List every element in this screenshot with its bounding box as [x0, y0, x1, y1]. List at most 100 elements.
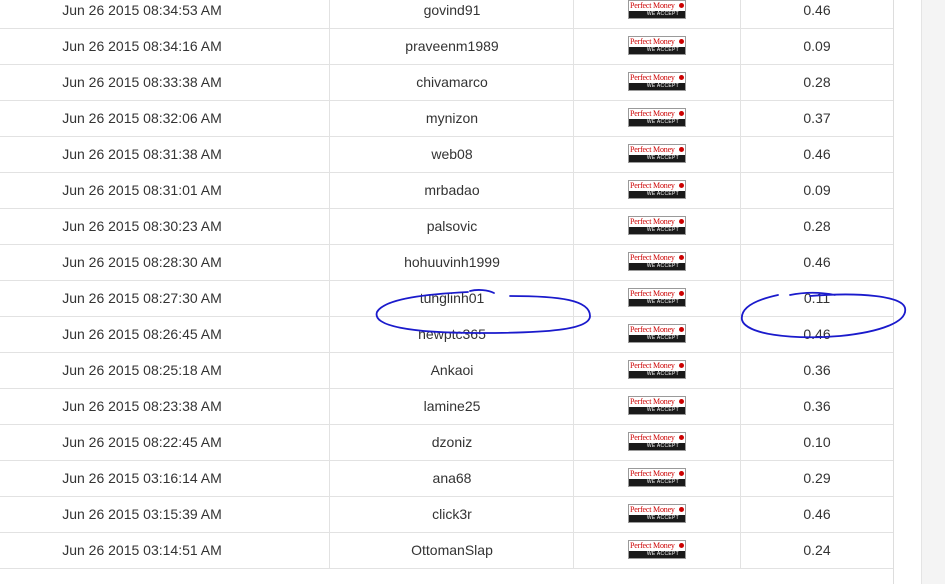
payment-method-cell: Perfect Money WE ACCEPT [573, 208, 741, 244]
perfect-money-logo-icon: Perfect Money WE ACCEPT [628, 468, 686, 487]
logo-tag-text: WE ACCEPT [629, 83, 685, 90]
date-cell: Jun 26 2015 08:32:06 AM [62, 110, 222, 126]
date-cell: Jun 26 2015 08:28:30 AM [62, 254, 222, 270]
perfect-money-logo-icon: Perfect Money WE ACCEPT [628, 180, 686, 199]
username-cell: palsovic [329, 208, 574, 244]
amount-cell: 0.28 [740, 64, 893, 100]
spacer-cell [284, 172, 329, 208]
perfect-money-logo-icon: Perfect Money WE ACCEPT [628, 360, 686, 379]
username-cell: chivamarco [329, 64, 574, 100]
username-cell: ana68 [329, 460, 574, 496]
payment-method-cell: Perfect Money WE ACCEPT [573, 244, 741, 280]
spacer-cell [284, 388, 329, 424]
logo-tag-text: WE ACCEPT [629, 227, 685, 234]
spacer-cell [284, 352, 329, 388]
amount-cell: 0.46 [740, 0, 893, 28]
logo-dot-icon [679, 255, 684, 260]
username-cell: web08 [329, 136, 574, 172]
logo-dot-icon [679, 3, 684, 8]
spacer-cell [284, 0, 329, 28]
spacer-cell [284, 244, 329, 280]
amount-cell: 0.10 [740, 424, 893, 460]
spacer-cell [284, 496, 329, 532]
logo-dot-icon [679, 471, 684, 476]
perfect-money-logo-icon: Perfect Money WE ACCEPT [628, 288, 686, 307]
table-row: Jun 26 2015 08:31:38 AM web08 Perfect Mone… [0, 136, 893, 173]
amount-cell: 0.36 [740, 352, 893, 388]
spacer-cell [284, 136, 329, 172]
logo-brand-text: Perfect Money [630, 1, 675, 10]
spacer-cell [284, 208, 329, 244]
date-cell: Jun 26 2015 08:23:38 AM [62, 398, 222, 414]
logo-tag-text: WE ACCEPT [629, 443, 685, 450]
logo-dot-icon [679, 291, 684, 296]
logo-dot-icon [679, 111, 684, 116]
spacer-cell [284, 460, 329, 496]
payment-method-cell: Perfect Money WE ACCEPT [573, 424, 741, 460]
username-cell: govind91 [329, 0, 574, 28]
perfect-money-logo-icon: Perfect Money WE ACCEPT [628, 144, 686, 163]
logo-dot-icon [679, 363, 684, 368]
payment-method-cell: Perfect Money WE ACCEPT [573, 100, 741, 136]
perfect-money-logo-icon: Perfect Money WE ACCEPT [628, 396, 686, 415]
logo-tag-text: WE ACCEPT [629, 479, 685, 486]
vertical-scrollbar[interactable] [921, 0, 945, 584]
date-cell: Jun 26 2015 08:27:30 AM [62, 290, 222, 306]
amount-cell: 0.24 [740, 532, 893, 568]
table-row: Jun 26 2015 08:23:38 AM lamine25 Perfect M… [0, 388, 893, 425]
date-cell: Jun 26 2015 08:34:53 AM [62, 2, 222, 18]
table-row: Jun 26 2015 03:16:14 AM ana68 Perfect Mone… [0, 460, 893, 497]
amount-cell: 0.46 [740, 316, 893, 352]
logo-dot-icon [679, 435, 684, 440]
payment-method-cell: Perfect Money WE ACCEPT [573, 532, 741, 568]
logo-tag-text: WE ACCEPT [629, 155, 685, 162]
perfect-money-logo-icon: Perfect Money WE ACCEPT [628, 216, 686, 235]
payment-method-cell: Perfect Money WE ACCEPT [573, 28, 741, 64]
logo-brand-text: Perfect Money [630, 109, 675, 118]
date-cell: Jun 26 2015 08:33:38 AM [62, 74, 222, 90]
amount-cell: 0.09 [740, 172, 893, 208]
logo-tag-text: WE ACCEPT [629, 299, 685, 306]
amount-cell: 0.46 [740, 496, 893, 532]
spacer-cell [284, 280, 329, 316]
perfect-money-logo-icon: Perfect Money WE ACCEPT [628, 540, 686, 559]
perfect-money-logo-icon: Perfect Money WE ACCEPT [628, 432, 686, 451]
logo-tag-text: WE ACCEPT [629, 335, 685, 342]
logo-dot-icon [679, 147, 684, 152]
spacer-cell [284, 64, 329, 100]
date-cell: Jun 26 2015 08:26:45 AM [62, 326, 222, 342]
table-row: Jun 26 2015 08:26:45 AM newptc365 Perfect … [0, 316, 893, 353]
logo-tag-text: WE ACCEPT [629, 551, 685, 558]
logo-brand-text: Perfect Money [630, 505, 675, 514]
date-cell: Jun 26 2015 08:34:16 AM [62, 38, 222, 54]
perfect-money-logo-icon: Perfect Money WE ACCEPT [628, 504, 686, 523]
username-cell: mrbadao [329, 172, 574, 208]
amount-cell: 0.36 [740, 388, 893, 424]
payment-method-cell: Perfect Money WE ACCEPT [573, 460, 741, 496]
perfect-money-logo-icon: Perfect Money WE ACCEPT [628, 252, 686, 271]
payment-method-cell: Perfect Money WE ACCEPT [573, 136, 741, 172]
table-row: Jun 26 2015 08:31:01 AM mrbadao Perfect Mo… [0, 172, 893, 209]
logo-brand-text: Perfect Money [630, 469, 675, 478]
logo-brand-text: Perfect Money [630, 181, 675, 190]
payment-method-cell: Perfect Money WE ACCEPT [573, 388, 741, 424]
logo-brand-text: Perfect Money [630, 217, 675, 226]
date-cell: Jun 26 2015 08:31:01 AM [62, 182, 222, 198]
table-row: Jun 26 2015 03:15:39 AM click3r Perfect Mo… [0, 496, 893, 533]
logo-brand-text: Perfect Money [630, 73, 675, 82]
spacer-cell [284, 532, 329, 568]
payment-method-cell: Perfect Money WE ACCEPT [573, 496, 741, 532]
username-cell: praveenm1989 [329, 28, 574, 64]
payment-method-cell: Perfect Money WE ACCEPT [573, 352, 741, 388]
username-cell: hohuuvinh1999 [329, 244, 574, 280]
payment-method-cell: Perfect Money WE ACCEPT [573, 172, 741, 208]
username-cell: lamine25 [329, 388, 574, 424]
table-row: Jun 26 2015 08:34:53 AM govind91 Perfect M… [0, 0, 893, 29]
spacer-cell [284, 100, 329, 136]
logo-tag-text: WE ACCEPT [629, 119, 685, 126]
spacer-cell [284, 424, 329, 460]
username-cell: tunglinh01 [329, 280, 574, 316]
logo-brand-text: Perfect Money [630, 397, 675, 406]
logo-dot-icon [679, 543, 684, 548]
logo-brand-text: Perfect Money [630, 289, 675, 298]
